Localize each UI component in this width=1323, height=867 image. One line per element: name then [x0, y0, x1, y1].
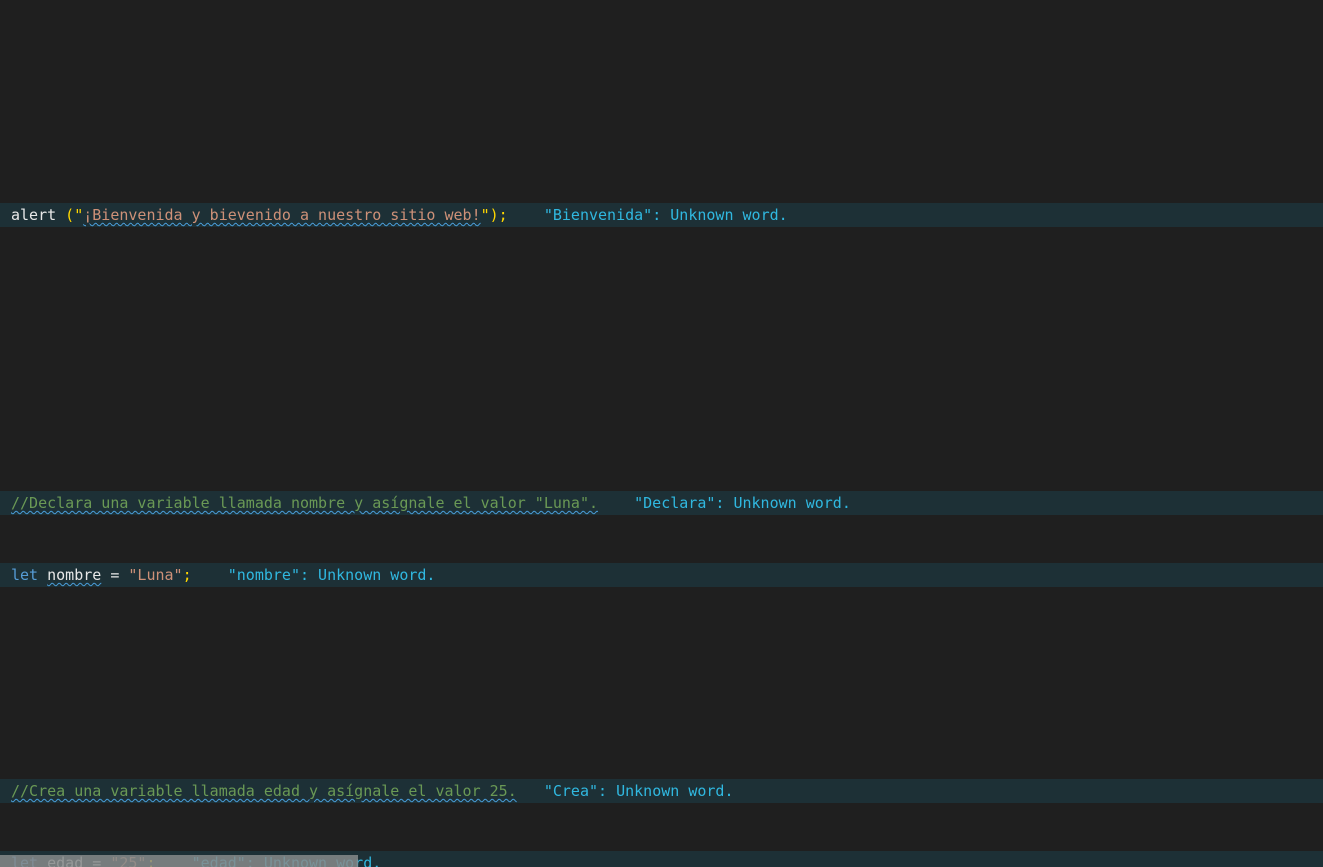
diagnostic-text: "Declara": Unknown word. [634, 494, 851, 512]
comment-text: //Crea una variable llamada edad y asígn… [11, 782, 517, 800]
comment-text: //Declara una variable llamada nombre y … [11, 494, 598, 512]
code-line-declaration[interactable]: let nombre = "Luna"; "nombre": Unknown w… [0, 563, 1323, 587]
string-literal: ¡Bienvenida y bievenido a nuestro sitio … [83, 206, 481, 224]
code-line-comment[interactable]: //Declara una variable llamada nombre y … [0, 491, 1323, 515]
diagnostic-text: "Crea": Unknown word. [543, 782, 734, 800]
let-keyword: let [11, 566, 39, 584]
blank-line[interactable] [0, 299, 1323, 323]
code-line-comment[interactable]: //Crea una variable llamada edad y asígn… [0, 779, 1323, 803]
assign-operator: = [101, 566, 129, 584]
diagnostic-text: "Bienvenida": Unknown word. [543, 206, 788, 224]
blank-line[interactable] [0, 371, 1323, 395]
close-paren: "); [480, 206, 508, 224]
horizontal-scrollbar[interactable] [0, 855, 1323, 867]
diagnostic-text: "nombre": Unknown word. [227, 566, 436, 584]
code-editor[interactable]: //Muestra una alerta con el mensaje "¡Bi… [0, 0, 1323, 867]
open-paren: (" [56, 206, 84, 224]
string-literal: "Luna" [128, 566, 183, 584]
editor-top-clipped-row: //Muestra una alerta con el mensaje "¡Bi… [0, 96, 1323, 107]
variable-name: nombre [47, 566, 102, 584]
blank-line[interactable] [0, 659, 1323, 683]
horizontal-scrollbar-thumb[interactable] [0, 855, 358, 867]
alert-keyword: alert [11, 206, 57, 224]
semicolon: ; [182, 566, 192, 584]
code-line-alert[interactable]: alert ("¡Bienvenida y bievenido a nuestr… [0, 203, 1323, 227]
